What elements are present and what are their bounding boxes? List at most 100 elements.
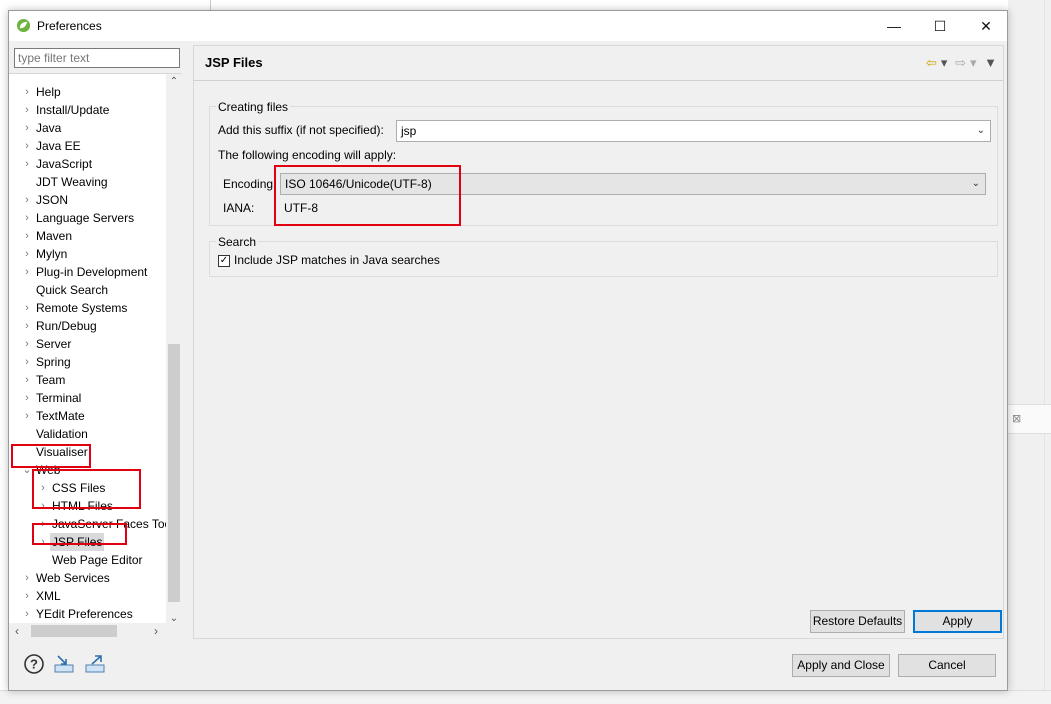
chevron-right-icon[interactable]: › (21, 263, 33, 281)
chevron-right-icon[interactable]: › (37, 533, 49, 551)
apply-button[interactable]: Apply (913, 610, 1002, 633)
title-separator (194, 80, 1003, 81)
iana-value: UTF-8 (284, 201, 318, 215)
chevron-right-icon[interactable]: › (21, 227, 33, 245)
chevron-right-icon[interactable]: › (37, 515, 49, 533)
chevron-right-icon[interactable]: › (37, 497, 49, 515)
forward-dropdown-icon[interactable]: ▾ (970, 55, 977, 70)
tree-item-label: JDT Weaving (36, 175, 108, 189)
tree-item-label: Remote Systems (36, 301, 128, 315)
filter-input[interactable] (14, 48, 180, 68)
encoding-combo[interactable]: ISO 10646/Unicode(UTF-8) ⌄ (280, 173, 986, 195)
page-nav-toolbar: ⇦ ▾ ⇨ ▾ ▼ (922, 55, 997, 71)
close-view-icon[interactable]: ⊠ (1012, 412, 1021, 425)
chevron-right-icon[interactable]: › (21, 155, 33, 173)
close-button[interactable]: ✕ (963, 11, 1009, 41)
tree-horizontal-scrollbar[interactable]: ‹ › (9, 623, 182, 639)
tree-item-label: Mylyn (36, 247, 68, 261)
creating-files-title: Creating files (216, 100, 291, 114)
tree-vertical-scrollbar[interactable]: ⌃ ⌄ (166, 74, 182, 627)
preferences-tree: › Help › Install/Update › Java › Java EE › JavaSc… (9, 73, 182, 627)
chevron-right-icon[interactable]: › (21, 407, 33, 425)
tree-item-label: Language Servers (36, 211, 135, 225)
chevron-right-icon[interactable]: › (37, 479, 49, 497)
apply-and-close-button[interactable]: Apply and Close (792, 654, 890, 677)
iana-label: IANA: (223, 201, 255, 215)
chevron-down-icon: ⌄ (976, 125, 985, 136)
suffix-label: Add this suffix (if not specified): (218, 123, 384, 137)
preference-page: JSP Files ⇦ ▾ ⇨ ▾ ▼ Creating files Add thi… (193, 45, 1004, 639)
chevron-down-icon: ⌄ (971, 178, 980, 189)
scroll-left-icon[interactable]: ‹ (9, 623, 25, 639)
background-divider (210, 0, 211, 10)
include-jsp-label[interactable]: Include JSP matches in Java searches (234, 253, 440, 267)
chevron-right-icon[interactable]: › (21, 569, 33, 587)
chevron-right-icon[interactable]: › (21, 101, 33, 119)
maximize-button[interactable]: ☐ (917, 11, 963, 41)
import-icon[interactable] (53, 653, 75, 675)
chevron-right-icon[interactable]: › (21, 605, 33, 623)
scroll-right-icon[interactable]: › (148, 623, 164, 639)
tree-item-label: Server (36, 337, 72, 351)
tree-item-label: Terminal (36, 391, 82, 405)
tree-item-label: Spring (36, 355, 71, 369)
chevron-right-icon[interactable]: › (21, 371, 33, 389)
chevron-right-icon[interactable]: › (21, 245, 33, 263)
back-dropdown-icon[interactable]: ▾ (941, 55, 948, 70)
tree-item-label: Web Services (36, 571, 110, 585)
tree-item-label: JSON (36, 193, 69, 207)
chevron-right-icon[interactable]: › (21, 299, 33, 317)
spring-leaf-icon (16, 18, 31, 33)
suffix-combo[interactable]: jsp ⌄ (396, 120, 991, 142)
tree-item-label: HTML Files (52, 499, 113, 513)
encoding-value: ISO 10646/Unicode(UTF-8) (285, 177, 432, 191)
chevron-right-icon[interactable]: › (21, 353, 33, 371)
encoding-label: Encoding: (223, 177, 277, 191)
tree-item-label: Java EE (36, 139, 81, 153)
view-menu-icon[interactable]: ▼ (984, 55, 997, 70)
chevron-right-icon[interactable]: › (21, 83, 33, 101)
svg-text:?: ? (30, 657, 38, 672)
include-jsp-checkbox[interactable]: ✓ (218, 255, 230, 267)
chevron-right-icon[interactable]: › (21, 209, 33, 227)
background-view-tab[interactable]: ⊠ (1008, 404, 1051, 434)
back-arrow-icon[interactable]: ⇦ (926, 55, 937, 70)
help-icon[interactable]: ? (23, 653, 45, 675)
tree-item-label: JavaServer Faces Too (52, 517, 172, 531)
chevron-right-icon[interactable]: › (21, 317, 33, 335)
suffix-value: jsp (401, 124, 417, 138)
scroll-up-icon[interactable]: ⌃ (166, 74, 182, 90)
tree-item-label: Java (36, 121, 62, 135)
tree-item-label: CSS Files (52, 481, 106, 495)
tree-item-label: XML (36, 589, 61, 603)
chevron-right-icon[interactable]: › (21, 119, 33, 137)
encoding-note: The following encoding will apply: (218, 148, 397, 162)
tree-item-label: Maven (36, 229, 73, 243)
tree-item-label: Team (36, 373, 66, 387)
tree-item-label: Plug-in Development (36, 265, 148, 279)
tree-item-label: TextMate (36, 409, 85, 423)
chevron-right-icon[interactable]: › (21, 587, 33, 605)
chevron-right-icon[interactable]: › (21, 335, 33, 353)
chevron-right-icon[interactable]: › (21, 389, 33, 407)
tree-item-label: Web (36, 463, 61, 477)
background-bottom-strip (0, 690, 1051, 704)
tree-item-label: JSP Files (50, 533, 105, 551)
page-title: JSP Files (205, 55, 263, 70)
tree-item-label: Web Page Editor (52, 553, 143, 567)
tree-item-label: Quick Search (36, 283, 109, 297)
export-icon[interactable] (84, 653, 106, 675)
chevron-down-icon[interactable]: ⌄ (21, 461, 33, 479)
tree-item-label: Validation (36, 427, 88, 441)
forward-arrow-icon[interactable]: ⇨ (955, 55, 966, 70)
scroll-thumb[interactable] (168, 344, 180, 602)
minimize-button[interactable]: — (871, 11, 917, 41)
restore-defaults-button[interactable]: Restore Defaults (810, 610, 905, 633)
tree-item-label: JavaScript (36, 157, 93, 171)
tree-item-label: Help (36, 85, 61, 99)
cancel-button[interactable]: Cancel (898, 654, 996, 677)
preferences-dialog: Preferences — ☐ ✕ ›Help›Install/Update›J… (8, 10, 1008, 691)
chevron-right-icon[interactable]: › (21, 137, 33, 155)
chevron-right-icon[interactable]: › (21, 191, 33, 209)
hscroll-thumb[interactable] (31, 625, 117, 637)
